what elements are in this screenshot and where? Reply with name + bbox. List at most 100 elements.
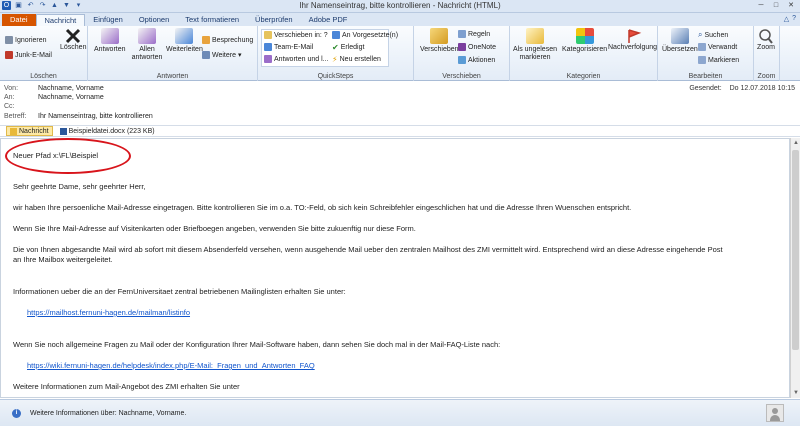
to-value[interactable]: Nachname, Vorname [38,94,104,101]
info-icon: i [12,409,21,418]
forward-icon [175,28,194,44]
junk-button[interactable]: Junk-E-Mail [5,51,52,59]
quickstep-vorgesetzte[interactable]: An Vorgesetzte(n) [332,31,398,39]
move-icon [430,28,449,44]
group-label: Verschieben [442,73,481,80]
meeting-icon [202,36,210,44]
reply-icon [100,28,119,44]
related-button[interactable]: Verwandt [698,43,737,51]
group-label: Kategorien [566,73,601,80]
sent-info: Gesendet: Do 12.07.2018 10:15 [683,85,795,92]
tab-ueberpruefen[interactable]: Überprüfen [247,14,301,26]
reply-all-icon [138,28,156,44]
subject-row: Betreff: Ihr Namenseintrag, bitte kontro… [4,113,153,120]
paragraph: Die von Ihnen abgesandte Mail wird ab so… [13,245,723,254]
tab-datei[interactable]: Datei [2,14,36,26]
translate-icon [670,28,689,44]
reply-all-button[interactable]: Allen antworten [132,28,162,62]
binoculars-icon: ⌕ [698,30,703,39]
onenote-button[interactable]: OneNote [458,43,496,51]
people-info-text[interactable]: Weitere Informationen über: Nachname, Vo… [30,410,186,417]
paragraph: wir haben Ihre persoenliche Mail-Adresse… [13,203,632,212]
move-button[interactable]: Verschieben [420,28,459,54]
meeting-button[interactable]: Besprechung [202,36,253,44]
scroll-thumb[interactable] [792,150,799,350]
flag-icon [627,29,641,43]
forward-button[interactable]: Weiterleiten [166,28,203,54]
tab-nachricht[interactable]: Nachricht [35,14,86,26]
attachment-bar: Nachricht Beispieldatei.docx (223 KB) [0,125,800,137]
categorize-icon [575,28,594,44]
quickstep-erledigt[interactable]: ✔ Erledigt [332,43,364,52]
scroll-down-icon[interactable]: ▼ [791,388,800,398]
sent-label: Gesendet: [689,85,722,92]
reply-button[interactable]: Antworten [94,28,126,54]
ribbon-help: △ ? [784,15,796,23]
cc-row: Cc: [4,103,15,110]
faq-link[interactable]: https://wiki.fernuni-hagen.de/helpdesk/i… [27,361,315,370]
close-icon[interactable]: ✕ [784,1,798,11]
word-document-icon [59,127,67,135]
maximize-icon[interactable]: □ [769,1,783,11]
subject-value: Ihr Namenseintrag, bitte kontrollieren [38,113,153,120]
to-row: An: Nachname, Vorname [4,94,104,101]
followup-button[interactable]: Nachverfolgung [608,28,657,52]
paragraph: Wenn Sie Ihre Mail-Adresse auf Visitenka… [13,224,416,233]
categorize-button[interactable]: Kategorisieren [562,28,607,54]
help-icon[interactable]: ? [792,15,796,23]
actions-button[interactable]: Aktionen [458,56,495,64]
rules-icon [458,30,466,38]
group-antworten: Antworten Allen antworten Weiterleiten B… [88,26,258,81]
zoom-button[interactable]: Zoom [757,28,775,52]
rules-button[interactable]: Regeln [458,30,490,38]
translate-button[interactable]: Übersetzen [662,28,698,54]
tab-adobe-pdf[interactable]: Adobe PDF [301,14,356,26]
sent-date: Do 12.07.2018 10:15 [729,85,795,92]
group-loeschen: Ignorieren Junk-E-Mail Löschen Löschen [0,26,88,81]
select-button[interactable]: Markieren [698,56,739,64]
paragraph: Wenn Sie noch allgemeine Fragen zu Mail … [13,340,501,349]
more-button[interactable]: Weitere ▾ [202,51,242,59]
attachment-file[interactable]: Beispieldatei.docx (223 KB) [57,126,158,136]
magnifier-icon [759,29,773,44]
message-body[interactable]: Neuer Pfad x:\FL\Beispiel Sehr geehrte D… [0,138,790,398]
vertical-scrollbar[interactable]: ▲ ▼ [790,138,800,398]
annotation-ellipse [5,138,131,174]
ignore-button[interactable]: Ignorieren [5,36,47,44]
paragraph: Informationen ueber die an der FernUnive… [13,287,346,296]
paragraph: Weitere Informationen zum Mail-Angebot d… [13,382,240,391]
related-icon [698,43,706,51]
group-quicksteps: Verschieben in: ? Team-E-Mail Antworten … [258,26,414,81]
lightning-icon: ⚡ [332,55,338,64]
from-value[interactable]: Nachname, Vorname [38,85,104,92]
group-zoom: Zoom Zoom [754,26,780,81]
mailinglist-link[interactable]: https://mailhost.fernuni-hagen.de/mailma… [27,308,190,317]
ribbon-tabs: Datei Nachricht Einfügen Optionen Text f… [0,13,800,26]
quickstep-verschieben[interactable]: Verschieben in: ? [264,31,328,39]
delete-button[interactable]: Löschen [60,28,86,52]
actions-icon [458,56,466,64]
mark-unread-button[interactable]: Als ungelesen markieren [512,28,558,62]
tab-text-formatieren[interactable]: Text formatieren [177,14,247,26]
select-icon [698,56,706,64]
quickstep-antworten-loeschen[interactable]: Antworten und l... [264,55,328,63]
tab-einfuegen[interactable]: Einfügen [85,14,131,26]
more-icon [202,51,210,59]
search-button[interactable]: ⌕ Suchen [698,30,728,40]
checkmark-icon: ✔ [332,43,339,52]
from-row: Von: Nachname, Vorname [4,85,104,92]
group-label: Zoom [757,73,776,80]
ignore-icon [5,36,13,44]
attachment-message[interactable]: Nachricht [6,126,53,136]
minimize-icon[interactable]: ─ [754,1,768,11]
group-label: QuickSteps [317,73,354,80]
tab-optionen[interactable]: Optionen [131,14,177,26]
title-bar: O ▣ ↶ ↷ ▲ ▼ ▾ Ihr Namenseintrag, bitte k… [0,0,800,13]
quickstep-team-email[interactable]: Team-E-Mail [264,43,313,51]
quickstep-neu[interactable]: ⚡ Neu erstellen [332,55,381,64]
collapse-ribbon-icon[interactable]: △ [784,15,789,23]
greeting: Sehr geehrte Dame, sehr geehrter Herr, [13,182,146,191]
scroll-up-icon[interactable]: ▲ [791,138,800,148]
avatar[interactable] [766,404,784,422]
message-header: Von: Nachname, Vorname An: Nachname, Vor… [0,82,800,124]
